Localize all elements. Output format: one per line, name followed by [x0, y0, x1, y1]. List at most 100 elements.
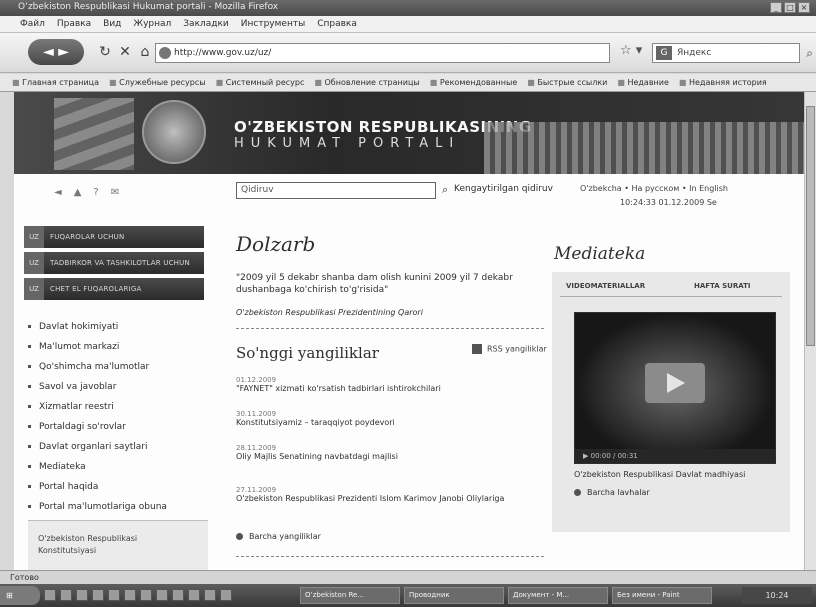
rss-link[interactable]: RSS yangiliklar	[472, 344, 547, 354]
video-caption[interactable]: O'zbekiston Respublikasi Davlat madhiyas…	[574, 470, 745, 479]
task-button[interactable]: Oʻzbekiston Re...	[300, 587, 400, 604]
menu-view[interactable]: Вид	[103, 19, 121, 29]
menu-label: FUQAROLAR UCHUN	[50, 233, 125, 241]
all-news-link[interactable]: Barcha yangiliklar	[236, 532, 321, 541]
quicklaunch-icon[interactable]	[124, 589, 136, 601]
menu-citizens[interactable]: UZ FUQAROLAR UCHUN	[24, 226, 204, 248]
maximize-button[interactable]: □	[784, 2, 796, 13]
quicklaunch-icon[interactable]	[188, 589, 200, 601]
featured-quote[interactable]: "2009 yil 5 dekabr shanba dam olish kuni…	[236, 272, 536, 296]
bullet-icon	[28, 445, 31, 448]
menu-bookmarks[interactable]: Закладки	[183, 19, 229, 29]
close-button[interactable]: ×	[798, 2, 810, 13]
side-link[interactable]: Portal ma'lumotlariga obuna	[28, 497, 223, 517]
audience-menu: UZ FUQAROLAR UCHUN UZ TADBIRKOR VA TASHK…	[24, 226, 204, 304]
quicklaunch-icon[interactable]	[76, 589, 88, 601]
bullet-icon	[28, 385, 31, 388]
task-button[interactable]: Документ - M...	[508, 587, 608, 604]
quicklaunch-icon[interactable]	[220, 589, 232, 601]
vertical-scrollbar[interactable]	[804, 92, 816, 570]
bookmark-item[interactable]: Обновление страницы	[314, 78, 420, 87]
window-title: Oʻzbekiston Respublikasi Hukumat portali…	[18, 2, 279, 12]
constitution-box[interactable]: O'zbekiston Respublikasi Konstitutsiyasi	[28, 520, 208, 570]
system-tray-clock[interactable]: 10:24	[742, 587, 812, 604]
back-forward-button[interactable]: ◄ ►	[28, 39, 84, 65]
task-button[interactable]: Без имени - Paint	[612, 587, 712, 604]
site-search-input[interactable]: Qidiruv	[236, 182, 436, 199]
side-link[interactable]: Portal haqida	[28, 477, 223, 497]
window-titlebar: Oʻzbekiston Respublikasi Hukumat portali…	[0, 0, 816, 16]
side-link[interactable]: Davlat hokimiyati	[28, 317, 223, 337]
bookmark-star-icon[interactable]: ☆ ▾	[620, 43, 642, 58]
side-link[interactable]: Mediateka	[28, 457, 223, 477]
status-bar: Готово	[0, 570, 816, 584]
news-title[interactable]: O'zbekiston Respublikasi Prezidenti Islo…	[236, 494, 546, 503]
quicklaunch-icon[interactable]	[92, 589, 104, 601]
bullet-icon	[28, 465, 31, 468]
browser-search-input[interactable]: G Яндекс ⌕	[652, 43, 813, 63]
back-icon[interactable]: ◄	[54, 187, 62, 198]
start-button[interactable]: ⊞	[0, 586, 40, 605]
menu-business[interactable]: UZ TADBIRKOR VA TASHKILOTLAR UCHUN	[24, 252, 204, 274]
side-link[interactable]: Portaldagi so'rovlar	[28, 417, 223, 437]
constitution-link[interactable]: O'zbekiston Respublikasi Konstitutsiyasi	[38, 533, 188, 557]
news-item[interactable]: 30.11.2009 Konstitutsiyamiz – taraqqiyot…	[236, 410, 546, 427]
state-emblem-icon[interactable]	[142, 100, 206, 164]
news-item[interactable]: 28.11.2009 Oliy Majlis Senatining navbat…	[236, 444, 546, 461]
all-media-link[interactable]: Barcha lavhalar	[574, 488, 650, 497]
task-button[interactable]: Проводник	[404, 587, 504, 604]
menu-history[interactable]: Журнал	[133, 19, 171, 29]
advanced-search-link[interactable]: Kengaytirilgan qidiruv	[454, 184, 553, 194]
navigation-toolbar: ◄ ► ↻ ✕ ⌂ http://www.gov.uz/uz/ ☆ ▾ G Ян…	[0, 33, 816, 73]
side-link[interactable]: Savol va javoblar	[28, 377, 223, 397]
news-title[interactable]: Oliy Majlis Senatining navbatdagi majlis…	[236, 452, 546, 461]
media-panel: VIDEOMATERIALLAR HAFTA SURATI ▶ 00:00 / …	[552, 272, 790, 532]
minimize-button[interactable]: _	[770, 2, 782, 13]
side-link[interactable]: Davlat organlari saytlari	[28, 437, 223, 457]
bookmark-item[interactable]: Недавние	[617, 78, 668, 87]
quicklaunch-icon[interactable]	[60, 589, 72, 601]
side-link[interactable]: Qo'shimcha ma'lumotlar	[28, 357, 223, 377]
bookmark-item[interactable]: Системный ресурс	[216, 78, 305, 87]
menu-tools[interactable]: Инструменты	[241, 19, 305, 29]
menu-foreigners[interactable]: UZ CHET EL FUQAROLARIGA	[24, 278, 204, 300]
quicklaunch-icon[interactable]	[172, 589, 184, 601]
quicklaunch-icon[interactable]	[44, 589, 56, 601]
bookmark-item[interactable]: Быстрые ссылки	[527, 78, 607, 87]
video-controls[interactable]: ▶ 00:00 / 00:31	[575, 449, 775, 463]
mail-icon[interactable]: ✉	[111, 187, 119, 198]
video-player[interactable]: ▶ 00:00 / 00:31	[574, 312, 776, 464]
news-item[interactable]: 01.12.2009 "FAYNET" xizmati ko'rsatish t…	[236, 376, 546, 393]
news-title[interactable]: Konstitutsiyamiz – taraqqiyot poydevori	[236, 418, 546, 427]
reload-icon[interactable]: ↻	[96, 43, 114, 61]
search-icon[interactable]: ⌕	[442, 183, 448, 197]
menu-edit[interactable]: Правка	[57, 19, 91, 29]
play-icon[interactable]	[645, 363, 705, 403]
news-title[interactable]: "FAYNET" xizmati ko'rsatish tadbirlari i…	[236, 384, 546, 393]
bookmark-item[interactable]: Рекомендованные	[430, 78, 517, 87]
home-icon[interactable]: ▲	[74, 187, 82, 198]
scrollbar-thumb[interactable]	[806, 106, 815, 346]
home-icon[interactable]: ⌂	[136, 43, 154, 61]
window-controls: _ □ ×	[770, 2, 810, 13]
side-link[interactable]: Xizmatlar reestri	[28, 397, 223, 417]
help-icon[interactable]: ?	[93, 187, 98, 198]
search-icon[interactable]: ⌕	[806, 44, 813, 62]
side-link[interactable]: Ma'lumot markazi	[28, 337, 223, 357]
news-item[interactable]: 27.11.2009 O'zbekiston Respublikasi Prez…	[236, 486, 546, 503]
quicklaunch-icon[interactable]	[156, 589, 168, 601]
quicklaunch-icon[interactable]	[140, 589, 152, 601]
search-engine-icon[interactable]: G	[656, 46, 672, 60]
tab-videos[interactable]: VIDEOMATERIALLAR	[566, 282, 645, 290]
stop-icon[interactable]: ✕	[116, 43, 134, 61]
bookmark-item[interactable]: Недавняя история	[679, 78, 767, 87]
menu-help[interactable]: Справка	[317, 19, 357, 29]
address-bar[interactable]: http://www.gov.uz/uz/	[155, 43, 610, 63]
bookmark-item[interactable]: Служебные ресурсы	[109, 78, 205, 87]
tab-photo-of-week[interactable]: HAFTA SURATI	[694, 282, 751, 290]
quicklaunch-icon[interactable]	[108, 589, 120, 601]
bookmark-item[interactable]: Главная страница	[12, 78, 99, 87]
menu-file[interactable]: Файл	[20, 19, 45, 29]
language-switcher[interactable]: O'zbekcha • На русском • In English	[580, 184, 728, 193]
quicklaunch-icon[interactable]	[204, 589, 216, 601]
